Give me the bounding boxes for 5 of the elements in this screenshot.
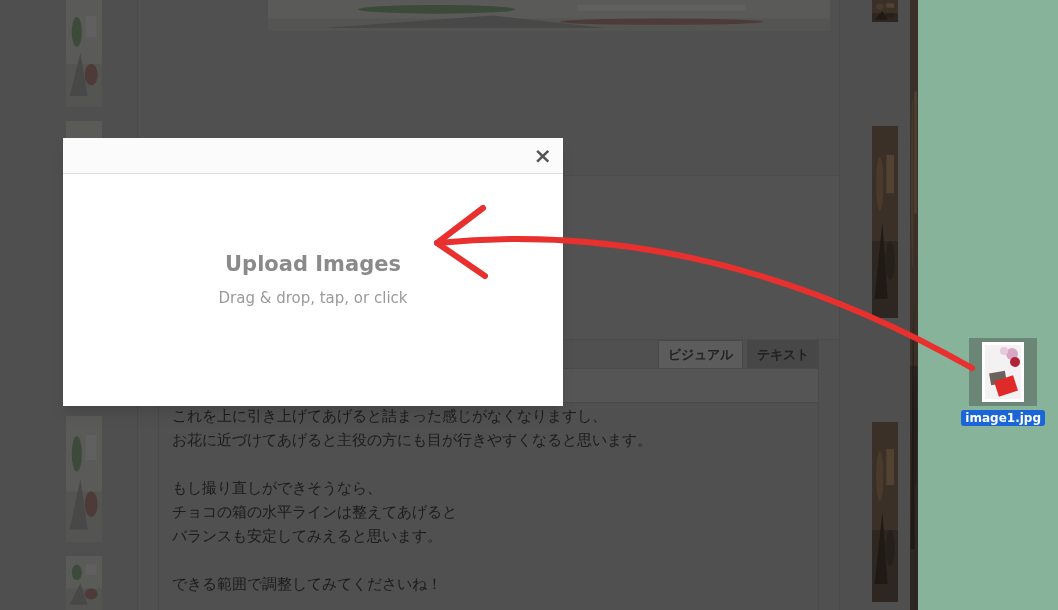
- upload-hint: Drag & drop, tap, or click: [218, 287, 408, 309]
- close-button[interactable]: ×: [533, 144, 552, 167]
- file-thumbnail[interactable]: [969, 338, 1038, 406]
- upload-title: Upload Images: [225, 251, 401, 278]
- file-name[interactable]: image1.jpg: [961, 410, 1045, 426]
